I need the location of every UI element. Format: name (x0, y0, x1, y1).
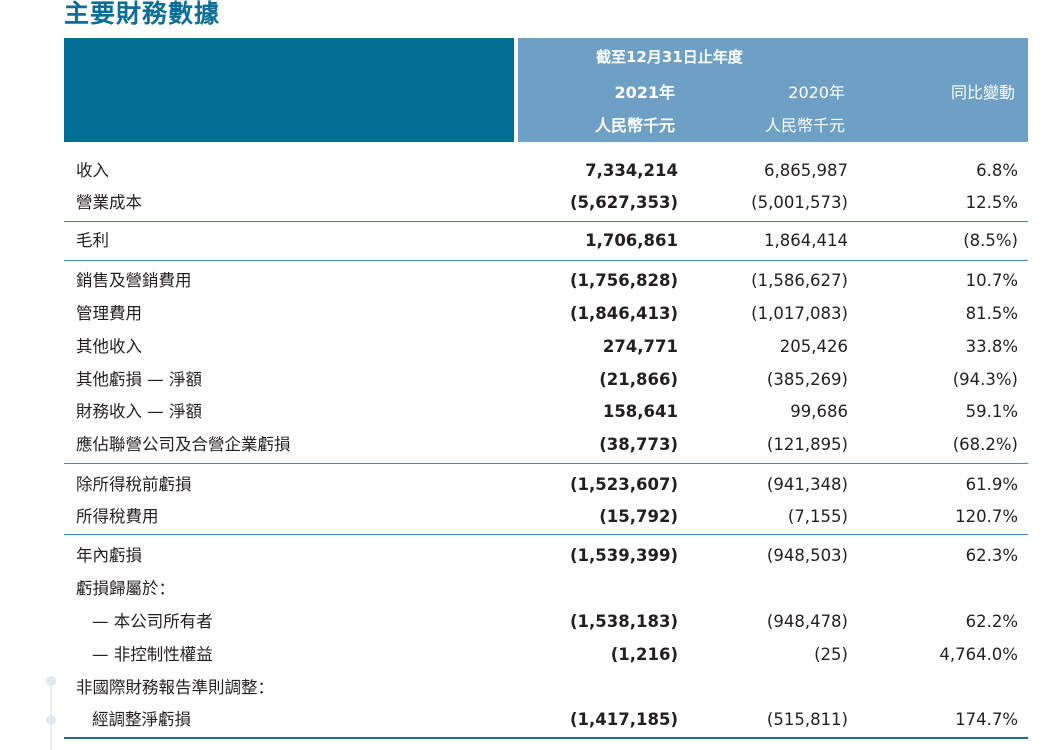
table-row: 非國際財務報告準則調整： (64, 672, 1028, 704)
value-change: 81.5% (965, 304, 1018, 323)
margin-dot-icon (46, 715, 56, 725)
value-2021: 158,641 (602, 402, 678, 421)
value-2020: (1,586,627) (751, 271, 848, 290)
section-divider (64, 463, 1028, 464)
row-label: 除所得稅前虧損 (76, 475, 192, 494)
row-label: 虧損歸屬於： (76, 579, 175, 598)
table-header-left-block (64, 38, 514, 142)
value-2021: (1,523,607) (570, 475, 678, 494)
row-label: — 本公司所有者 (92, 612, 213, 631)
row-label: 收入 (76, 161, 109, 180)
table-row: 營業成本 (5,627,353) (5,001,573) 12.5% (64, 187, 1028, 219)
row-label: 應佔聯營公司及合營企業虧損 (76, 435, 291, 454)
value-change: 12.5% (965, 193, 1018, 212)
header-col2-year: 2020年 (788, 83, 845, 102)
value-2020: 205,426 (779, 337, 848, 356)
table-row: 收入 7,334,214 6,865,987 6.8% (64, 155, 1028, 187)
value-change: 33.8% (965, 337, 1018, 356)
value-change: 62.2% (965, 612, 1018, 631)
table-row: 銷售及營銷費用 (1,756,828) (1,586,627) 10.7% (64, 265, 1028, 297)
table-row: 管理費用 (1,846,413) (1,017,083) 81.5% (64, 298, 1028, 330)
value-2021: (1,846,413) (570, 304, 678, 323)
header-col2-unit: 人民幣千元 (764, 116, 845, 135)
row-label: 財務收入 — 淨額 (76, 402, 202, 421)
row-label: 其他虧損 — 淨額 (76, 370, 202, 389)
value-2021: 1,706,861 (585, 231, 678, 250)
value-2020: (941,348) (766, 475, 848, 494)
table-row: 虧損歸屬於： (64, 573, 1028, 605)
value-2020: (5,001,573) (751, 193, 848, 212)
table-row: 應佔聯營公司及合營企業虧損 (38,773) (121,895) (68.2%) (64, 429, 1028, 461)
value-change: 174.7% (955, 710, 1018, 729)
value-change: 4,764.0% (939, 645, 1018, 664)
value-change: (94.3%) (952, 370, 1018, 389)
value-2020: (515,811) (766, 710, 848, 729)
row-label: 經調整淨虧損 (92, 710, 191, 729)
value-change: 61.9% (965, 475, 1018, 494)
table-row: — 本公司所有者 (1,538,183) (948,478) 62.2% (64, 606, 1028, 638)
value-2021: (38,773) (599, 435, 678, 454)
table-row: 財務收入 — 淨額 158,641 99,686 59.1% (64, 396, 1028, 428)
value-2020: (1,017,083) (751, 304, 848, 323)
value-2021: (1,216) (610, 645, 678, 664)
row-label: 毛利 (76, 231, 109, 250)
value-change: (68.2%) (952, 435, 1018, 454)
page-title: 主要財務數據 (64, 0, 221, 28)
table-row: 毛利 1,706,861 1,864,414 (8.5%) (64, 225, 1028, 257)
table-row: 其他收入 274,771 205,426 33.8% (64, 331, 1028, 363)
table-row: 年內虧損 (1,539,399) (948,503) 62.3% (64, 540, 1028, 572)
value-2020: (385,269) (766, 370, 848, 389)
table-row: 經調整淨虧損 (1,417,185) (515,811) 174.7% (64, 704, 1028, 736)
table-row: 其他虧損 — 淨額 (21,866) (385,269) (94.3%) (64, 364, 1028, 396)
value-change: 6.8% (976, 161, 1018, 180)
row-label: 營業成本 (76, 193, 142, 212)
row-label: 其他收入 (76, 337, 142, 356)
value-2021: (1,538,183) (570, 612, 678, 631)
value-2021: (5,627,353) (570, 193, 678, 212)
row-label: 非國際財務報告準則調整： (76, 678, 274, 697)
table-row: 除所得稅前虧損 (1,523,607) (941,348) 61.9% (64, 469, 1028, 501)
section-divider (64, 534, 1028, 535)
header-col3-change: 同比變動 (950, 83, 1015, 102)
value-2021: (1,417,185) (570, 710, 678, 729)
value-2020: (948,503) (766, 546, 848, 565)
row-label: 管理費用 (76, 304, 142, 323)
value-2020: (25) (814, 645, 848, 664)
table-row: — 非控制性權益 (1,216) (25) 4,764.0% (64, 639, 1028, 671)
margin-dot-icon (46, 676, 56, 686)
table-bottom-rule (64, 737, 1028, 739)
row-label: — 非控制性權益 (92, 645, 213, 664)
value-2021: (1,539,399) (570, 546, 678, 565)
value-2020: 99,686 (790, 402, 848, 421)
value-change: 59.1% (965, 402, 1018, 421)
row-label: 年內虧損 (76, 546, 142, 565)
value-2021: (21,866) (599, 370, 678, 389)
value-change: 62.3% (965, 546, 1018, 565)
table-row: 所得稅費用 (15,792) (7,155) 120.7% (64, 501, 1028, 533)
value-2020: (7,155) (787, 507, 848, 526)
value-2021: (15,792) (599, 507, 678, 526)
value-2020: 6,865,987 (764, 161, 848, 180)
header-col1-unit: 人民幣千元 (594, 116, 675, 135)
row-label: 銷售及營銷費用 (76, 271, 192, 290)
section-divider (64, 221, 1028, 222)
value-2020: (948,478) (766, 612, 848, 631)
value-2021: (1,756,828) (570, 271, 678, 290)
header-period: 截至12月31日止年度 (596, 48, 743, 66)
value-2021: 274,771 (602, 337, 678, 356)
value-change: (8.5%) (963, 231, 1018, 250)
value-2021: 7,334,214 (585, 161, 678, 180)
row-label: 所得稅費用 (76, 507, 159, 526)
value-change: 120.7% (955, 507, 1018, 526)
section-divider (64, 260, 1028, 261)
value-2020: 1,864,414 (764, 231, 848, 250)
value-change: 10.7% (965, 271, 1018, 290)
value-2020: (121,895) (766, 435, 848, 454)
header-col1-year: 2021年 (614, 83, 675, 102)
